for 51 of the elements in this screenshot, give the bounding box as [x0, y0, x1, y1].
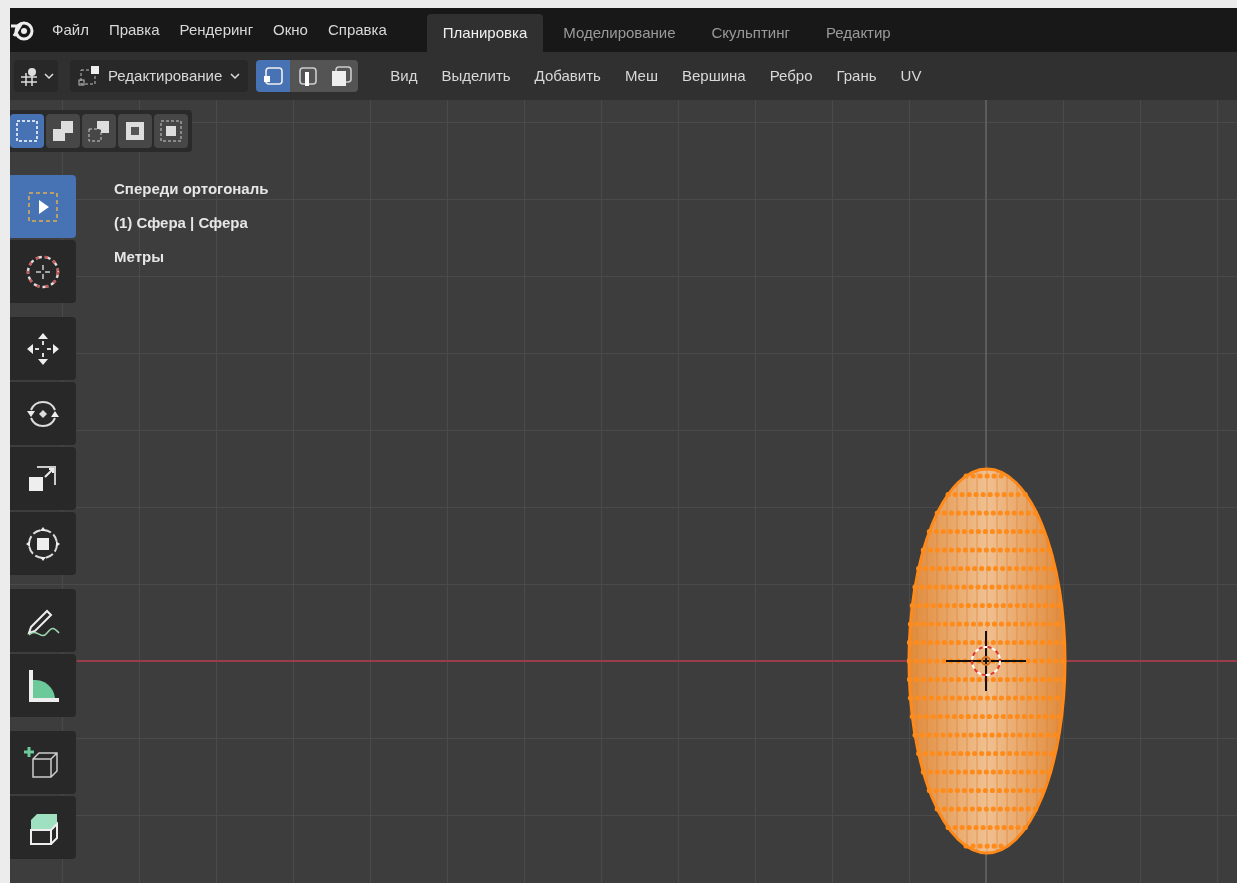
box-mode-button[interactable] — [154, 114, 188, 148]
menu-item[interactable]: Добавить — [522, 64, 613, 88]
selection-extend-icon — [51, 119, 75, 143]
workspace-tab[interactable]: Планировка — [426, 14, 544, 52]
tool-button[interactable] — [10, 512, 76, 575]
select-mode-button[interactable] — [324, 60, 359, 92]
menu-item[interactable]: Файл — [42, 14, 99, 46]
caret-icon — [230, 72, 241, 80]
workspace-tab[interactable]: Моделирование — [547, 14, 692, 52]
selection-intersect-icon — [159, 119, 183, 143]
viewport-info-text: Спереди ортогональ — [114, 179, 269, 199]
3d-cursor-icon — [946, 631, 1026, 691]
menu-item[interactable]: Ребро — [757, 64, 825, 88]
box-mode-button[interactable] — [82, 114, 116, 148]
select-mode-button[interactable] — [290, 60, 325, 92]
menu-item[interactable]: Меш — [612, 64, 670, 88]
selection-subtract-icon — [87, 119, 111, 143]
tool-button[interactable] — [10, 654, 76, 717]
tool-button[interactable] — [10, 240, 76, 303]
menu-item[interactable]: Окно — [263, 14, 318, 46]
menu-item[interactable]: Выделить — [429, 64, 523, 88]
menu-item[interactable]: Вид — [378, 64, 430, 88]
tool-button[interactable] — [10, 731, 76, 794]
workspace-tab[interactable]: Редактир — [809, 14, 907, 52]
vertex-select-icon — [78, 65, 100, 87]
box-mode-button[interactable] — [118, 114, 152, 148]
tool-button[interactable] — [10, 447, 76, 510]
menu-item[interactable]: Рендеринг — [169, 14, 264, 46]
menu-item[interactable]: Правка — [98, 14, 170, 46]
tool-button[interactable] — [10, 589, 76, 652]
menu-item[interactable]: UV — [888, 64, 934, 88]
selection-invert-icon — [123, 119, 147, 143]
box-mode-button[interactable] — [10, 114, 44, 148]
tool-button[interactable] — [10, 382, 76, 445]
menu-item[interactable]: Вершина — [669, 64, 758, 88]
menu-item[interactable]: Грань — [824, 64, 889, 88]
editor-type-button[interactable] — [14, 60, 58, 92]
caret-icon — [44, 72, 54, 80]
vertex-mode-icon — [261, 64, 286, 88]
grid-sphere-icon — [18, 65, 40, 87]
tool-button[interactable] — [10, 796, 76, 859]
box-mode-button[interactable] — [46, 114, 80, 148]
face-mode-icon — [329, 64, 354, 88]
workspace-tab[interactable]: Скульптинг — [695, 14, 806, 52]
select-mode-button[interactable] — [256, 60, 291, 92]
tool-button[interactable] — [10, 317, 76, 380]
selection-new-icon — [15, 119, 39, 143]
menu-item[interactable]: Справка — [317, 14, 397, 46]
viewport-info-text: Метры — [114, 247, 165, 267]
viewport-info-text: (1) Сфера | Сфера — [114, 213, 249, 233]
mode-dropdown[interactable]: Редактирование — [70, 60, 249, 92]
